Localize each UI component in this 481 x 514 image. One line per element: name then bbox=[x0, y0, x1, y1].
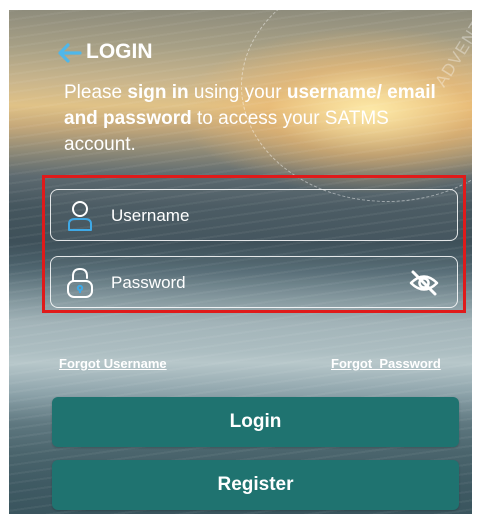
lock-icon bbox=[67, 267, 93, 298]
arrow-left-icon[interactable] bbox=[56, 42, 82, 64]
register-button[interactable]: Register bbox=[52, 460, 459, 510]
instructions-text: using your bbox=[188, 82, 287, 103]
login-instructions: Please sign in using your username/ emai… bbox=[64, 80, 444, 158]
username-input[interactable] bbox=[109, 200, 403, 232]
forgot-username-link[interactable]: Forgot Username bbox=[59, 356, 167, 371]
eye-off-icon[interactable] bbox=[409, 269, 439, 297]
page-title: LOGIN bbox=[86, 40, 153, 63]
username-field[interactable] bbox=[50, 189, 458, 241]
password-input[interactable] bbox=[109, 267, 403, 299]
instructions-emphasis: sign in bbox=[127, 82, 189, 103]
instructions-text: Please bbox=[64, 82, 128, 103]
user-icon bbox=[68, 201, 92, 231]
forgot-password-link[interactable]: Forgot Password bbox=[331, 356, 441, 371]
login-button[interactable]: Login bbox=[52, 397, 459, 447]
password-field[interactable] bbox=[50, 256, 458, 308]
